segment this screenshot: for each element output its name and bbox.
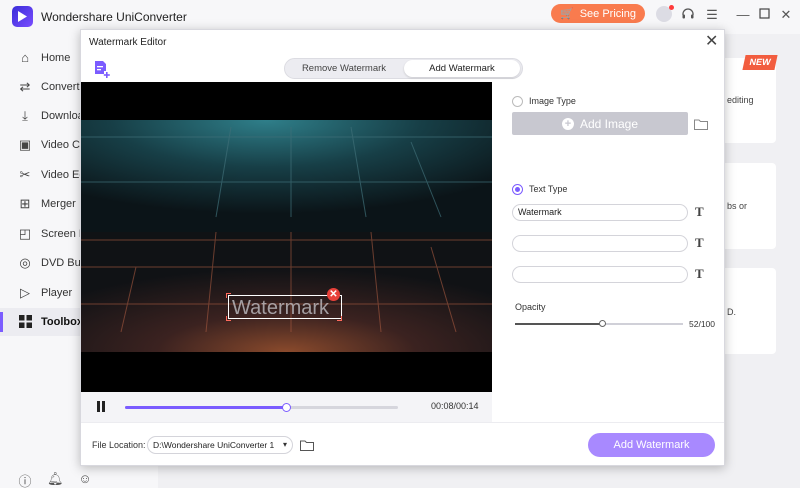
merge-icon: ⊞ — [19, 196, 31, 211]
watermark-overlay-text: Watermark — [232, 297, 330, 319]
text-style-icon[interactable]: T — [695, 235, 704, 251]
playback-bar: 00:08/00:14 — [81, 392, 492, 422]
home-icon: ⌂ — [21, 50, 29, 65]
resize-handle[interactable] — [226, 293, 231, 298]
opacity-slider[interactable] — [515, 320, 683, 327]
watermark-editor-dialog: Watermark Editor ✕ Remove Watermark Add … — [80, 29, 725, 466]
add-image-button[interactable]: + Add Image — [512, 112, 688, 135]
play-icon: ▷ — [20, 285, 30, 300]
progress-fill — [125, 406, 287, 409]
see-pricing-button[interactable]: 🛒 See Pricing — [551, 4, 645, 23]
video-preview: Watermark ✕ — [81, 82, 492, 392]
watermark-mode-tabs: Remove Watermark Add Watermark — [284, 58, 523, 79]
notification-dot — [669, 5, 674, 10]
background-text: bs or — [727, 201, 748, 211]
opacity-label: Opacity — [515, 302, 546, 312]
background-text: editing — [727, 95, 754, 105]
feedback-icon[interactable]: ☺ — [77, 471, 93, 486]
disc-icon: ◎ — [19, 255, 31, 270]
pause-icon[interactable] — [96, 401, 106, 412]
remove-watermark-icon[interactable]: ✕ — [327, 288, 340, 301]
text-style-icon[interactable]: T — [695, 266, 704, 282]
record-icon: ◰ — [18, 226, 32, 241]
close-icon[interactable]: ✕ — [705, 34, 718, 50]
text-type-radio[interactable] — [512, 184, 523, 195]
file-location-label: File Location: — [92, 440, 146, 450]
see-pricing-label: See Pricing — [579, 7, 636, 20]
sidebar-item-label: Merger — [41, 198, 76, 210]
app-logo — [12, 6, 33, 27]
folder-icon[interactable] — [694, 119, 708, 130]
watermark-text-input[interactable]: Watermark — [512, 204, 688, 221]
scissors-icon: ✂ — [19, 167, 31, 182]
headset-icon[interactable] — [680, 7, 696, 23]
close-icon[interactable]: ✕ — [778, 7, 794, 23]
tab-add-watermark[interactable]: Add Watermark — [404, 60, 520, 77]
progress-knob[interactable] — [282, 403, 292, 412]
watermark-settings-panel: Image Type + Add Image Text Type Waterma… — [492, 82, 724, 422]
minimize-icon[interactable]: — — [735, 7, 751, 23]
compress-icon: ▣ — [18, 137, 32, 152]
video-frame — [81, 82, 492, 392]
file-location-select[interactable]: D:\Wondershare UniConverter 1 ▾ — [147, 436, 293, 454]
progress-slider[interactable] — [125, 403, 398, 412]
watermark-overlay-box[interactable]: Watermark — [228, 295, 342, 319]
time-display: 00:08/00:14 — [431, 401, 479, 411]
sidebar-item-label: Toolbox — [41, 316, 83, 328]
sidebar-item-label: Player — [41, 287, 73, 299]
watermark-text-input-2[interactable] — [512, 235, 688, 252]
text-type-label: Text Type — [529, 184, 568, 194]
image-type-radio[interactable] — [512, 96, 523, 107]
converter-icon: ⇄ — [19, 79, 31, 94]
resize-handle[interactable] — [226, 316, 231, 321]
text-style-icon[interactable]: T — [695, 204, 704, 220]
dialog-title: Watermark Editor — [89, 37, 167, 48]
maximize-icon[interactable] — [756, 7, 772, 23]
tab-remove-watermark[interactable]: Remove Watermark — [287, 60, 401, 77]
add-file-icon[interactable] — [93, 60, 111, 78]
dialog-footer: File Location: D:\Wondershare UniConvert… — [81, 422, 724, 465]
file-location-value: D:\Wondershare UniConverter 1 — [153, 440, 275, 450]
help-icon[interactable]: ⓘ — [17, 471, 33, 488]
resize-handle[interactable] — [337, 316, 342, 321]
folder-icon[interactable] — [300, 440, 314, 451]
watermark-text-input-3[interactable] — [512, 266, 688, 283]
background-text: D. — [727, 307, 736, 317]
grid-icon — [18, 315, 32, 329]
app-title: Wondershare UniConverter — [41, 10, 187, 24]
download-icon: ⤓ — [22, 108, 28, 123]
new-badge: NEW — [742, 55, 778, 70]
chevron-down-icon: ▾ — [282, 440, 287, 449]
opacity-fill — [515, 323, 603, 325]
image-type-label: Image Type — [529, 96, 576, 106]
cart-icon: 🛒 — [560, 8, 574, 20]
sidebar-item-label: Home — [41, 52, 71, 64]
opacity-value: 52/100 — [689, 319, 715, 329]
bell-icon[interactable]: 🔔︎ — [47, 471, 64, 487]
plus-icon: + — [561, 117, 574, 130]
opacity-knob[interactable] — [599, 320, 607, 327]
add-image-label: Add Image — [579, 116, 639, 131]
add-watermark-button[interactable]: Add Watermark — [588, 433, 715, 457]
menu-icon[interactable]: ☰ — [704, 7, 720, 23]
